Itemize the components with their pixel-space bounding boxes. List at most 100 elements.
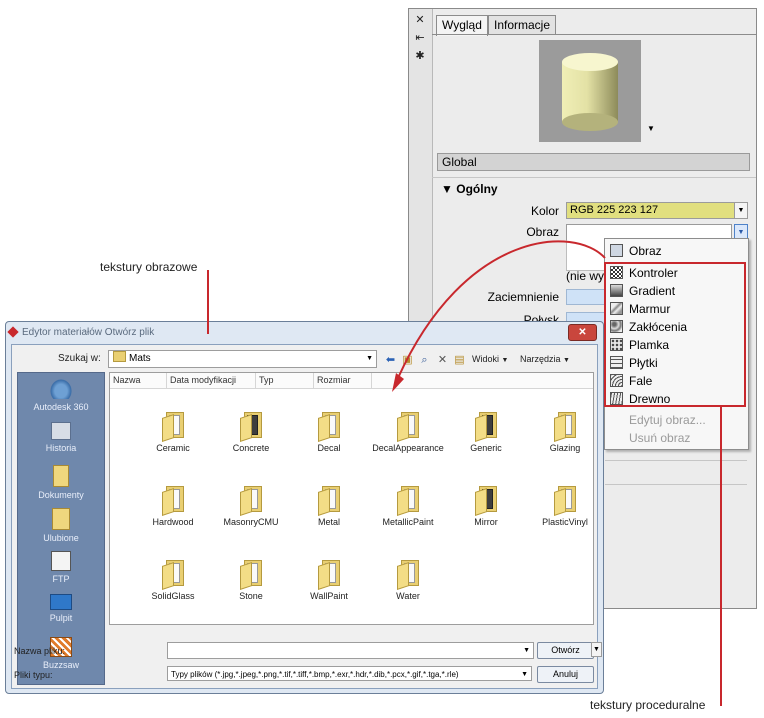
preview-menu-arrow-icon[interactable]: ▼ [647, 124, 655, 133]
chevron-down-icon: ▼ [501, 357, 509, 364]
look-in-label: Szukaj w: [58, 353, 101, 364]
open-options-button[interactable]: ▼ [591, 642, 602, 657]
folder-item[interactable]: PlasticVinyl [527, 484, 603, 527]
folder-item[interactable]: Hardwood [135, 484, 211, 527]
folder-label: Concrete [232, 443, 270, 453]
menu-item-obraz[interactable]: Obraz [607, 242, 745, 260]
close-icon[interactable]: ✕ [414, 14, 426, 26]
folder-label: Decal [317, 443, 341, 453]
folder-item[interactable]: WallPaint [291, 558, 367, 601]
folder-label: PlasticVinyl [542, 517, 588, 527]
obraz-status-text: (nie wy [566, 269, 605, 283]
section-title: Ogólny [456, 182, 498, 196]
image-icon [610, 244, 623, 257]
open-file-dialog: Edytor materiałów Otwórz plik ✕ Szukaj w… [5, 321, 604, 694]
folder-item[interactable]: Metal [291, 484, 367, 527]
folder-item[interactable]: DecalAppearance [370, 410, 446, 453]
folder-label: Ceramic [156, 443, 190, 453]
section-header-ogolny[interactable]: ▼ Ogólny [441, 182, 498, 196]
folder-item[interactable]: Ceramic [135, 410, 211, 453]
cancel-button[interactable]: Anuluj [537, 666, 594, 683]
folder-item[interactable]: Water [370, 558, 446, 601]
filename-input[interactable]: ▼ [167, 642, 534, 659]
obraz-label: Obraz [526, 225, 559, 239]
desktop-icon [50, 594, 72, 610]
annotation-image-textures: tekstury obrazowe [100, 260, 198, 274]
folder-item[interactable]: Generic [448, 410, 524, 453]
place-ulubione[interactable]: Ulubione [18, 508, 104, 543]
folder-icon [318, 410, 340, 442]
folder-label: Water [396, 591, 420, 601]
folder-icon [475, 410, 497, 442]
place-dokumenty[interactable]: Dokumenty [18, 465, 104, 500]
material-preview[interactable] [539, 40, 641, 142]
folder-icon [554, 410, 576, 442]
cylinder-preview-image [539, 40, 641, 142]
folder-icon [397, 484, 419, 516]
chevron-down-icon: ▼ [521, 671, 528, 678]
material-name-field[interactable]: Global [437, 153, 750, 171]
folder-icon [397, 558, 419, 590]
folder-item[interactable]: Decal [291, 410, 367, 453]
folder-item[interactable]: Glazing [527, 410, 603, 453]
autocad-logo-icon [7, 326, 19, 338]
folder-icon [554, 484, 576, 516]
folder-item[interactable]: MasonryCMU [213, 484, 289, 527]
kolor-field[interactable]: RGB 225 223 127 [566, 202, 735, 219]
folder-icon [475, 484, 497, 516]
folder-label: Mirror [474, 517, 498, 527]
delete-icon[interactable]: ✕ [436, 354, 449, 366]
folder-label: SolidGlass [151, 591, 195, 601]
folder-item[interactable]: MetallicPaint [370, 484, 446, 527]
folder-item[interactable]: Stone [213, 558, 289, 601]
look-in-value: Mats [129, 353, 151, 364]
cloud-icon [50, 379, 72, 399]
folder-grid: Ceramic Concrete Decal DecalAppearance Gener… [110, 373, 593, 624]
folder-label: DecalAppearance [372, 443, 444, 453]
views-menu[interactable]: Widoki ▼ [472, 354, 508, 364]
history-icon [51, 422, 71, 440]
collapse-arrow-icon: ▼ [441, 182, 453, 196]
place-ftp[interactable]: FTP [18, 551, 104, 584]
folder-icon [113, 351, 126, 362]
search-icon[interactable]: ⌕ [418, 354, 431, 366]
procedural-highlight-box [604, 262, 746, 407]
folder-icon [318, 484, 340, 516]
folder-icon [240, 410, 262, 442]
file-list[interactable]: Nazwa Data modyfikacji Typ Rozmiar Ceram… [109, 372, 594, 625]
annotation-procedural-textures: tekstury proceduralne [590, 698, 706, 712]
open-button[interactable]: Otwórz [537, 642, 594, 659]
tab-informacje[interactable]: Informacje [488, 15, 557, 35]
folder-item[interactable]: Concrete [213, 410, 289, 453]
folder-label: Stone [239, 591, 263, 601]
divider [605, 484, 747, 485]
chevron-down-icon: ▼ [366, 355, 373, 362]
kolor-dropdown-button[interactable]: ▼ [734, 202, 748, 219]
tab-wyglad[interactable]: Wygląd [436, 15, 488, 36]
chevron-down-icon: ▼ [523, 647, 530, 654]
dialog-title: Edytor materiałów Otwórz plik [22, 327, 155, 338]
zaciemnienie-label: Zaciemnienie [487, 290, 559, 304]
place-autodesk-360[interactable]: Autodesk 360 [18, 379, 104, 412]
filename-label: Nazwa pliku: [14, 646, 66, 656]
autohide-icon[interactable]: ⇤ [414, 32, 426, 44]
new-folder-icon[interactable]: ▤ [453, 354, 466, 366]
filetype-dropdown[interactable]: Typy plików (*.jpg,*.jpeg,*.png,*.tif,*.… [167, 666, 532, 681]
folder-label: Metal [317, 517, 340, 527]
dialog-close-button[interactable]: ✕ [568, 324, 597, 341]
properties-icon[interactable]: ✱ [414, 50, 426, 62]
folder-item[interactable]: Mirror [448, 484, 524, 527]
tools-menu[interactable]: Narzędzia ▼ [520, 354, 570, 364]
folder-icon [318, 558, 340, 590]
folder-item[interactable]: SolidGlass [135, 558, 211, 601]
annotation-leader-line [720, 406, 722, 706]
folder-icon [397, 410, 419, 442]
folder-label: Glazing [549, 443, 581, 453]
look-in-dropdown[interactable]: Mats ▼ [108, 350, 377, 368]
back-arrow-icon[interactable]: ⬅ [384, 354, 397, 366]
up-folder-icon[interactable]: ▣ [401, 354, 414, 366]
place-historia[interactable]: Historia [18, 422, 104, 453]
place-pulpit[interactable]: Pulpit [18, 594, 104, 623]
dialog-body: Szukaj w: Mats ▼ ⬅ ▣ ⌕ ✕ ▤ Widoki ▼ Narz… [11, 344, 602, 689]
folder-label: MetallicPaint [382, 517, 434, 527]
